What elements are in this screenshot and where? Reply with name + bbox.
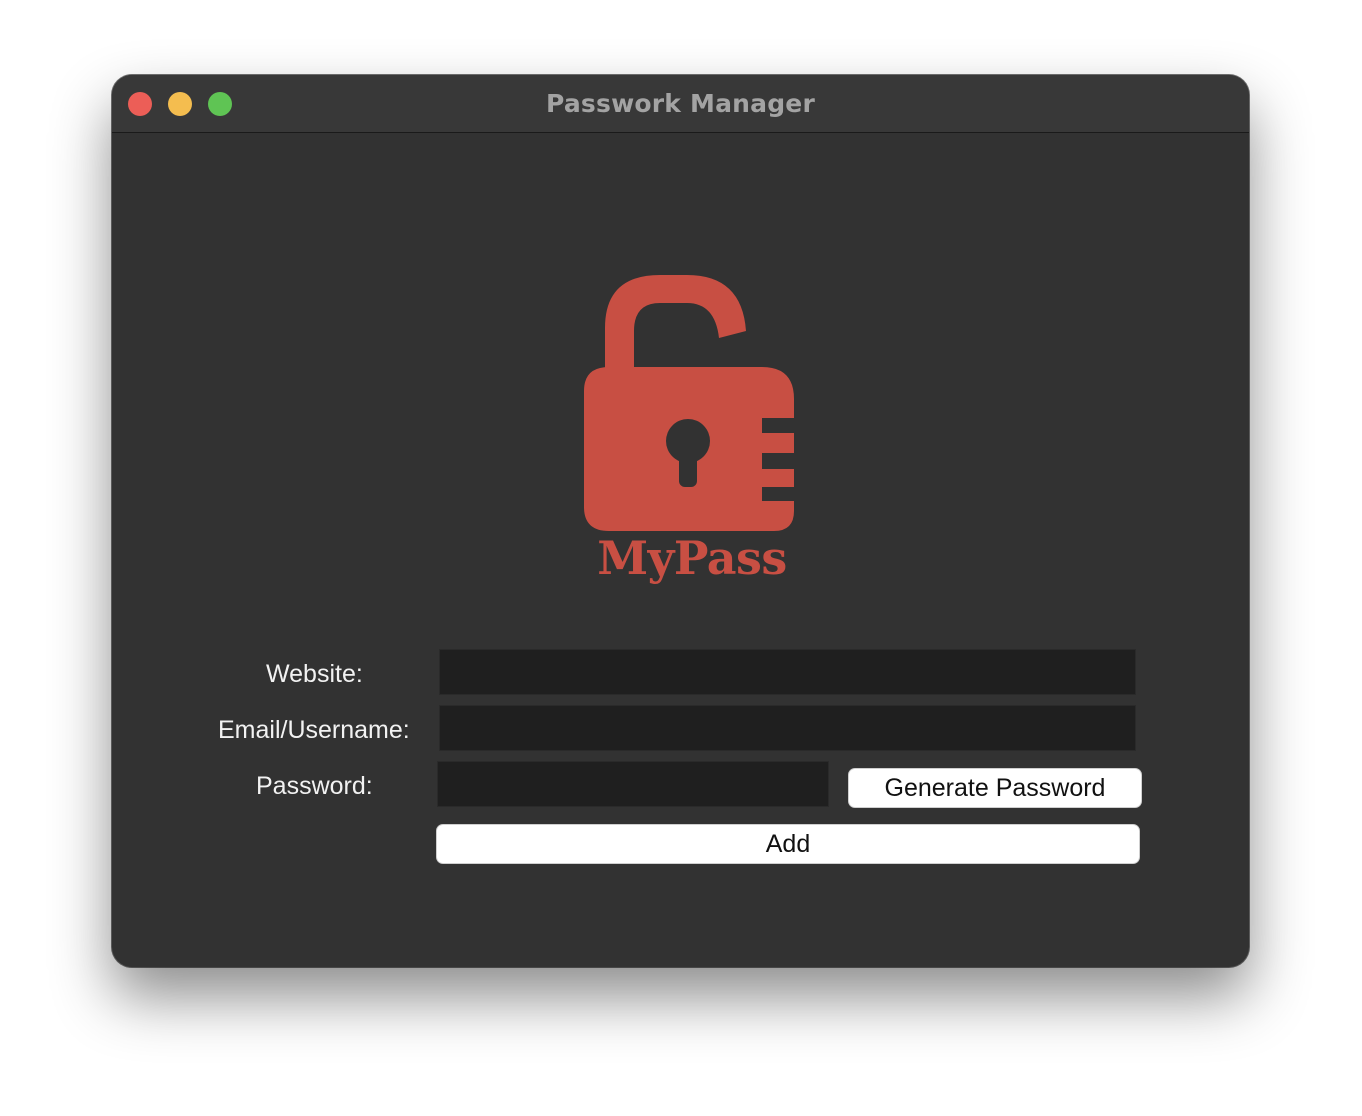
add-button[interactable]: Add <box>436 824 1140 864</box>
password-input[interactable] <box>437 761 829 807</box>
email-username-label: Email/Username: <box>218 716 410 744</box>
logo-wordmark: MyPass <box>597 531 787 585</box>
generate-password-button[interactable]: Generate Password <box>848 768 1142 808</box>
website-input[interactable] <box>439 649 1136 695</box>
website-label: Website: <box>266 660 363 688</box>
app-window: Passwork Manager MyPass Website: Email/U… <box>112 75 1249 967</box>
password-label: Password: <box>256 772 373 800</box>
email-username-input[interactable] <box>439 705 1136 751</box>
window-title: Passwork Manager <box>545 89 815 118</box>
title-bar: Passwork Manager <box>112 75 1249 133</box>
padlock-shackle <box>605 275 746 373</box>
